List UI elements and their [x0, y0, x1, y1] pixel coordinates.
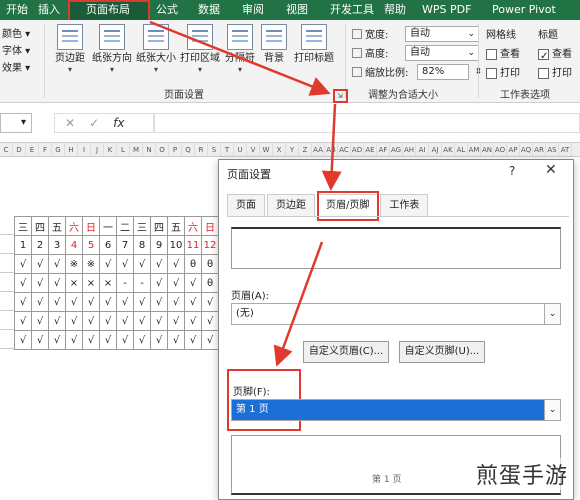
arrow-tab-to-footer — [273, 241, 324, 367]
arrow-tab-to-launcher — [149, 20, 331, 96]
watermark: 煎蛋手游 — [474, 458, 571, 490]
annotation-arrows — [149, 20, 342, 367]
arrow-launcher-to-tab — [321, 103, 342, 191]
